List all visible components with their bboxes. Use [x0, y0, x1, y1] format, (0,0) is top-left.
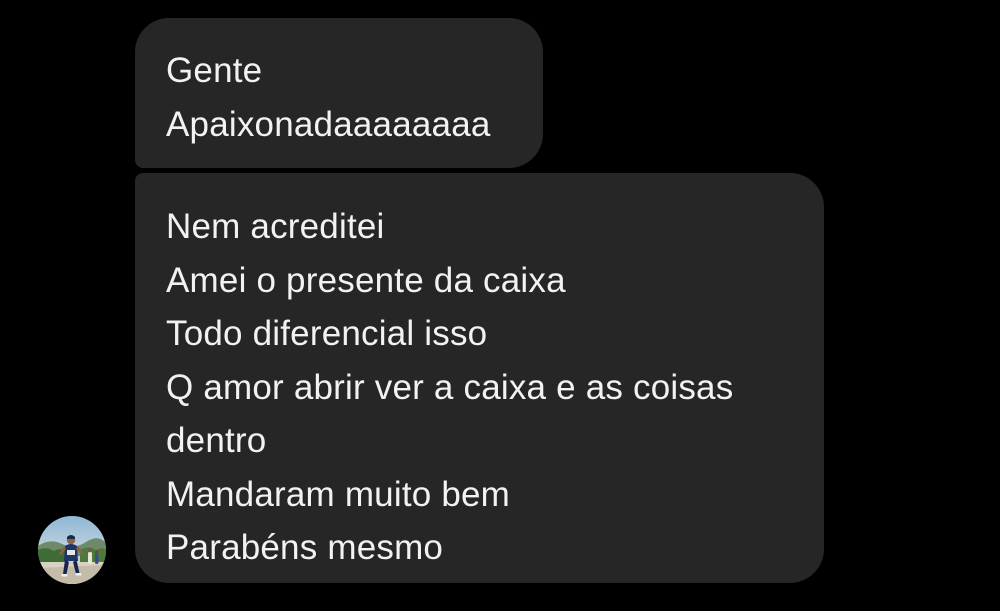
message-text-line: Amei o presente da caixa	[166, 260, 566, 300]
message-thread: Gente Apaixonadaaaaaaaa Nem acreditei Am…	[0, 0, 1000, 611]
message-text-line: Q amor abrir ver a caixa e as coisas	[166, 367, 734, 407]
message-text-line: Todo diferencial isso	[166, 314, 488, 353]
message-text-line: Parabéns mesmo	[166, 528, 444, 567]
message-bubble[interactable]: Gente Apaixonadaaaaaaaa	[135, 18, 543, 168]
sender-avatar[interactable]	[38, 516, 106, 584]
message-text-line: Nem acreditei	[166, 207, 385, 246]
message-text-line: dentro	[166, 421, 267, 460]
message-bubble[interactable]: Nem acreditei Amei o presente da caixa T…	[135, 173, 824, 583]
message-text-line: Gente	[166, 51, 263, 90]
profile-photo-avatar-icon	[38, 516, 106, 584]
message-text-line: Mandaram muito bem	[166, 474, 511, 514]
message-text-line: Apaixonadaaaaaaaa	[166, 104, 491, 144]
